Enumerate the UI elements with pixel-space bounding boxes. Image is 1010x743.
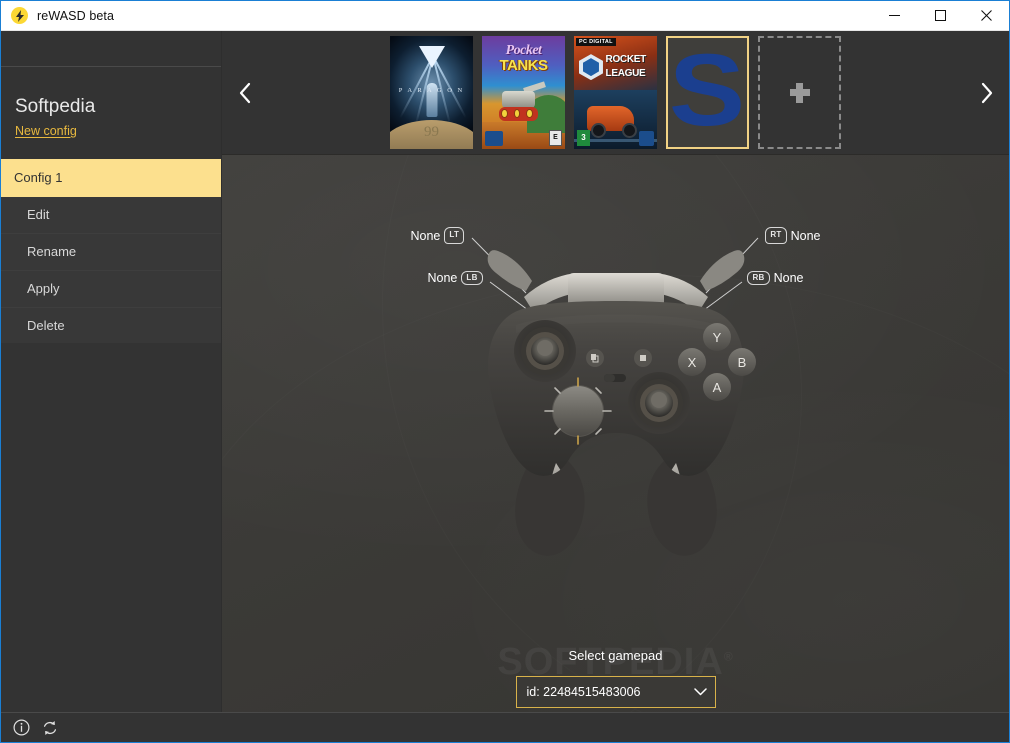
mapping-value-rt: None — [790, 228, 821, 243]
gamepad-select-value: id: 22484515483006 — [526, 685, 641, 699]
decor-wheel — [622, 122, 638, 138]
maximize-button[interactable] — [917, 1, 963, 30]
game-carousel: P A R A G O N 99 Pocket TANKS E PC DIGIT… — [222, 31, 1009, 155]
sidebar-profile-header: Softpedia New config — [1, 67, 222, 159]
carousel-next-button[interactable] — [963, 31, 1009, 155]
button-badge-rt: RT — [765, 227, 787, 244]
mapping-value-rb: None — [773, 271, 804, 285]
button-badge-lt: LT — [444, 227, 465, 244]
sidebar-top-strip — [1, 31, 222, 67]
carousel-tile-list: P A R A G O N 99 Pocket TANKS E PC DIGIT… — [268, 31, 963, 155]
lightning-bolt-icon — [11, 7, 28, 24]
game-title-line-1: ROCKET — [605, 54, 647, 66]
controller-panel: Y X B A None LT None LB RT None RB None — [222, 215, 1009, 575]
publisher-logo — [485, 131, 503, 146]
svg-text:B: B — [737, 355, 746, 370]
sidebar-item-edit[interactable]: Edit — [1, 196, 222, 234]
decor-wheel — [590, 122, 606, 138]
rating-badge: 3 — [577, 130, 590, 146]
select-gamepad-label: Select gamepad — [568, 648, 663, 663]
svg-text:A: A — [712, 380, 721, 395]
publisher-logo — [639, 131, 654, 146]
new-config-link[interactable]: New config — [15, 124, 77, 138]
mapping-label-lt[interactable]: None LT — [411, 227, 465, 244]
title-bar: reWASD beta — [1, 1, 1009, 31]
button-badge-rb: RB — [747, 271, 770, 285]
sidebar-item-config-1[interactable]: Config 1 — [1, 158, 222, 197]
info-circle-icon[interactable] — [9, 716, 33, 740]
controller-illustration: Y X B A — [487, 250, 756, 556]
window-title: reWASD beta — [37, 8, 115, 23]
game-tile-number: 99 — [424, 124, 439, 141]
rating-badge: E — [549, 130, 562, 146]
decor-ball — [578, 54, 603, 81]
page-title: Softpedia — [15, 96, 96, 117]
mapping-label-rb[interactable]: RB None — [747, 271, 804, 285]
platform-tag: PC DIGITAL — [576, 38, 616, 46]
chevron-down-icon — [693, 685, 707, 699]
carousel-prev-button[interactable] — [222, 31, 268, 155]
game-title-line-2: TANKS — [499, 56, 548, 74]
sidebar-item-apply[interactable]: Apply — [1, 270, 222, 308]
game-title-pocket-tanks: Pocket TANKS — [482, 43, 565, 74]
sidebar-item-delete[interactable]: Delete — [1, 307, 222, 345]
sidebar-divider — [221, 31, 222, 712]
mapping-label-rt[interactable]: RT None — [765, 227, 821, 244]
xbox-elite-controller: Y X B A None LT None LB RT None RB None — [406, 215, 826, 565]
close-button[interactable] — [963, 1, 1009, 30]
mapping-value-lt: None — [410, 228, 441, 243]
sidebar: Softpedia New config Config 1 Edit Renam… — [1, 31, 222, 712]
game-tile-rocket-league[interactable]: PC DIGITAL ROCKET LEAGUE 3 — [574, 36, 657, 149]
status-bar — [1, 712, 1009, 742]
decor-crest — [418, 46, 445, 69]
game-title-paragon: P A R A G O N — [398, 86, 465, 94]
softpedia-logo: S — [669, 36, 746, 147]
svg-text:X: X — [687, 355, 696, 370]
add-config-tile[interactable] — [758, 36, 841, 149]
gamepad-select[interactable]: id: 22484515483006 — [515, 676, 716, 708]
game-tile-softpedia[interactable]: S — [666, 36, 749, 149]
plus-icon — [789, 82, 810, 103]
minimize-button[interactable] — [871, 1, 917, 30]
game-tile-pocket-tanks[interactable]: Pocket TANKS E — [482, 36, 565, 149]
decor-wheel — [525, 109, 533, 119]
decor-tank-body — [501, 91, 536, 109]
game-tile-paragon[interactable]: P A R A G O N 99 — [390, 36, 473, 149]
sidebar-empty-area — [1, 343, 222, 712]
refresh-sync-icon[interactable] — [38, 716, 62, 740]
sidebar-item-rename[interactable]: Rename — [1, 233, 222, 271]
application-window: reWASD beta Softpedia New config Config … — [0, 0, 1010, 743]
mapping-label-lb[interactable]: None LB — [428, 271, 483, 285]
game-title-line-2: LEAGUE — [605, 67, 646, 79]
svg-text:Y: Y — [712, 330, 721, 345]
button-badge-lb: LB — [461, 271, 483, 285]
controller-stage: SOFTPEDIA® Y X B A None LT None LB RT No… — [222, 155, 1009, 712]
mapping-value-lb: None — [427, 271, 458, 285]
